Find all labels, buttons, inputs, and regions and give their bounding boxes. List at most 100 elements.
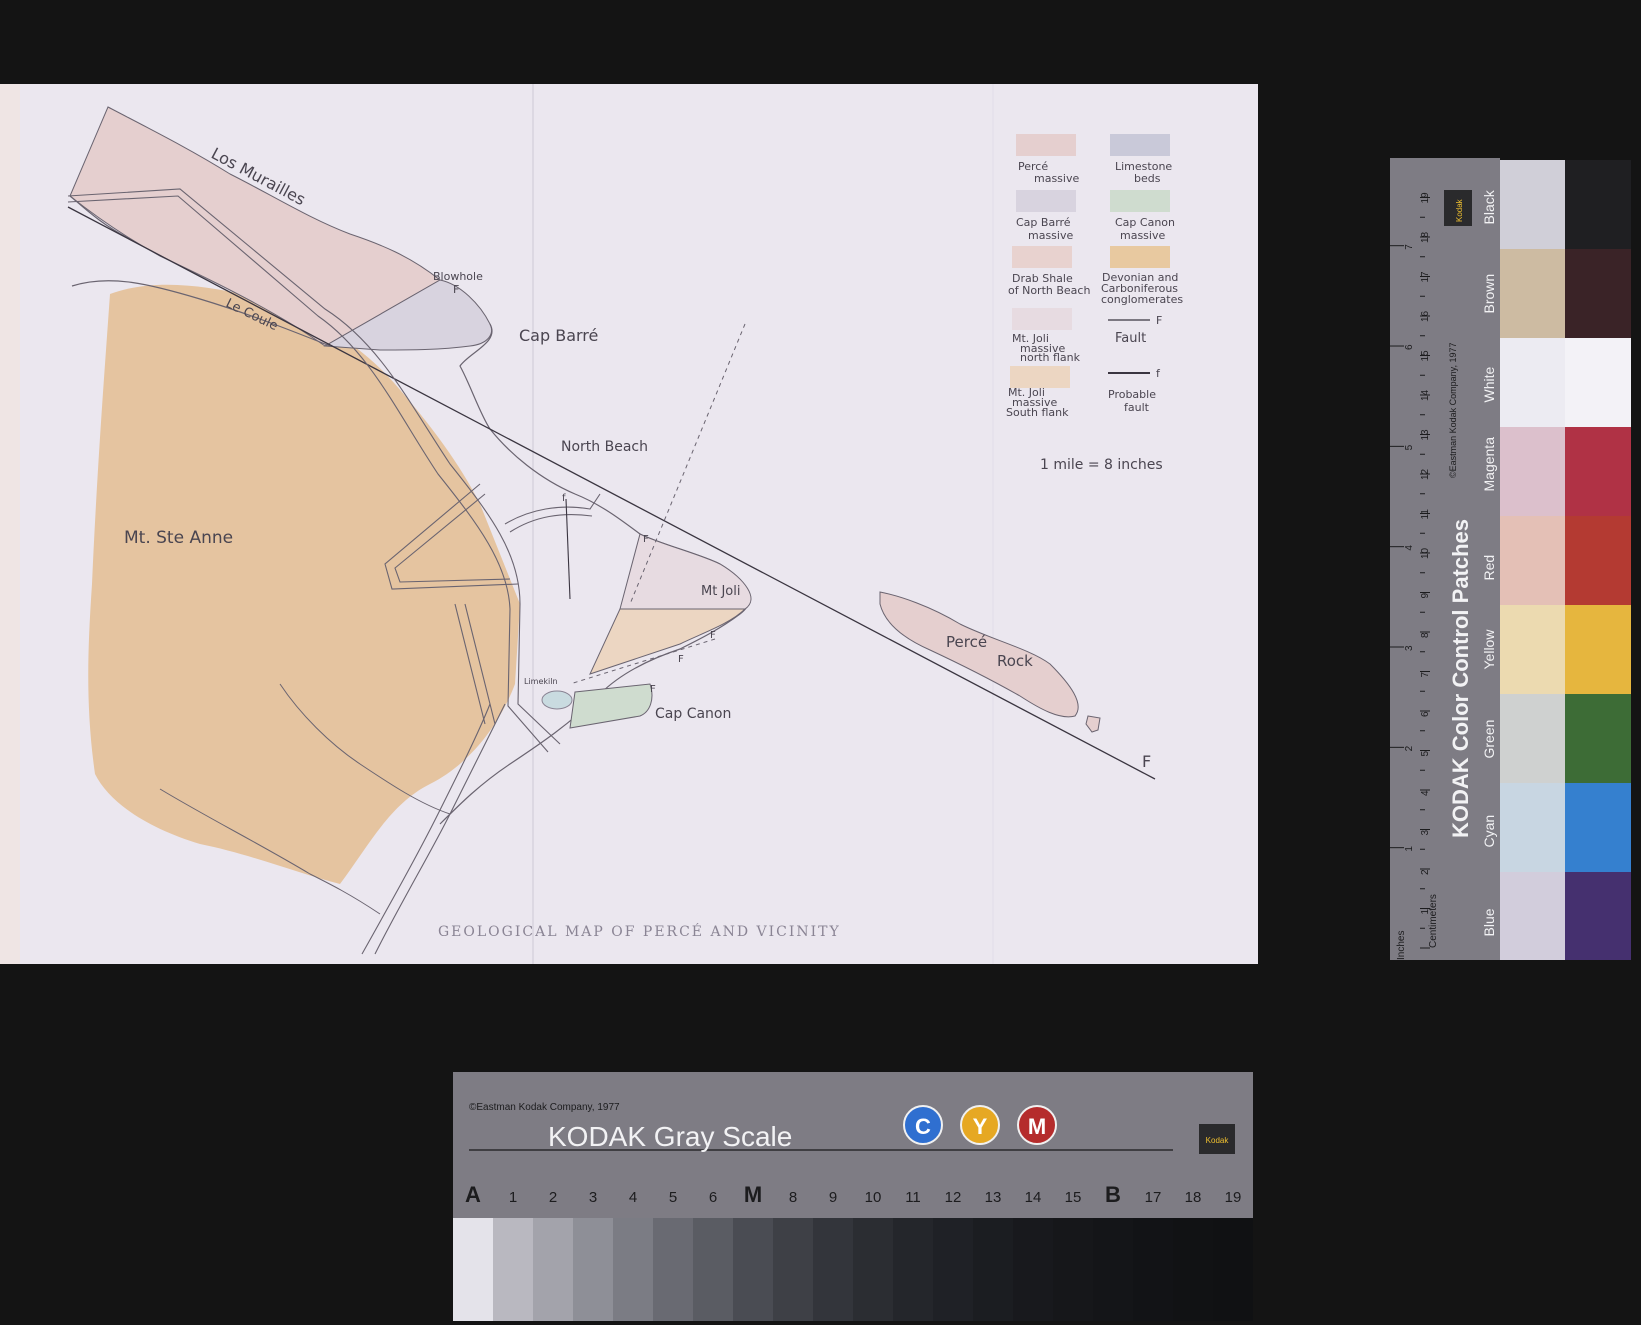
label-fault-f: F bbox=[678, 654, 684, 665]
kodak-gray-scale-card: ©Eastman Kodak Company, 1977 KODAK Gray … bbox=[453, 1072, 1254, 1321]
gray-step-label: 17 bbox=[1145, 1189, 1162, 1206]
small-islet bbox=[1085, 715, 1101, 733]
gray-step-patch bbox=[653, 1218, 694, 1321]
legend-label: north flank bbox=[1020, 351, 1081, 364]
patch-dark-red bbox=[1565, 516, 1631, 605]
gray-step-patch bbox=[693, 1218, 734, 1321]
patch-light-blue bbox=[1500, 872, 1565, 961]
patch-label: Blue bbox=[1481, 908, 1497, 936]
ruler-cm-label: 19 bbox=[1420, 192, 1431, 204]
ruler-cm-label: 2 bbox=[1420, 869, 1431, 875]
gray-step-label: B bbox=[1105, 1182, 1121, 1207]
mt-joli-south-region bbox=[589, 608, 747, 675]
label-mt-ste-anne: Mt. Ste Anne bbox=[124, 528, 233, 548]
patch-light-yellow bbox=[1500, 605, 1565, 694]
legend-swatch-cap-barre bbox=[1016, 190, 1076, 212]
gray-step-patch bbox=[1093, 1218, 1134, 1321]
gray-step-patch bbox=[933, 1218, 974, 1321]
map-caption: GEOLOGICAL MAP OF PERCÉ AND VICINITY bbox=[438, 922, 841, 940]
patch-label: Cyan bbox=[1481, 815, 1497, 848]
gray-step-patch bbox=[1133, 1218, 1174, 1321]
ruler-cm-label: 5 bbox=[1420, 751, 1431, 757]
ruler-cm-label: 6 bbox=[1420, 711, 1431, 717]
gray-step-label: M bbox=[744, 1182, 762, 1207]
label-fault-f: F bbox=[650, 684, 656, 695]
label-fault-f: F bbox=[710, 630, 716, 641]
legend-swatch-mt-joli-north bbox=[1012, 308, 1072, 330]
gray-step-patch bbox=[453, 1218, 494, 1321]
patch-dark-brown bbox=[1565, 249, 1631, 338]
patch-label: Black bbox=[1481, 189, 1497, 224]
patch-light-brown bbox=[1500, 249, 1565, 338]
patch-dark-cyan bbox=[1565, 783, 1631, 872]
legend-label: massive bbox=[1120, 229, 1165, 242]
patch-label: Green bbox=[1481, 720, 1497, 759]
ruler-cm-label: 7 bbox=[1420, 672, 1431, 678]
yellow-badge-label: Y bbox=[973, 1114, 988, 1139]
gray-step-patch bbox=[853, 1218, 894, 1321]
gray-step-patch bbox=[1213, 1218, 1254, 1321]
map-legend: Percé massive Limestone beds Cap Barré m… bbox=[1006, 134, 1183, 473]
gray-step-label: 3 bbox=[589, 1189, 597, 1206]
map-scale-label: 1 mile = 8 inches bbox=[1040, 457, 1163, 473]
color-card-copyright: ©Eastman Kodak Company, 1977 bbox=[1448, 342, 1458, 478]
kodak-logo-text: Kodak bbox=[1455, 198, 1464, 222]
legend-label: of North Beach bbox=[1008, 284, 1090, 297]
gray-step-label: 19 bbox=[1225, 1189, 1242, 1206]
legend-label: Cap Canon bbox=[1115, 216, 1175, 229]
cyan-badge-label: C bbox=[915, 1114, 931, 1139]
gray-step-patch bbox=[893, 1218, 934, 1321]
gray-card-canvas: ©Eastman Kodak Company, 1977 KODAK Gray … bbox=[453, 1072, 1254, 1321]
gray-step-label: 14 bbox=[1025, 1189, 1042, 1206]
gray-step-patch bbox=[573, 1218, 614, 1321]
label-fault-f: F bbox=[643, 534, 649, 545]
mt-ste-anne-region bbox=[88, 284, 520, 884]
ruler-cm-label: 11 bbox=[1420, 509, 1431, 520]
fault-line bbox=[565, 498, 571, 600]
color-card-canvas: 123456789101112131415161718191234567 Inc… bbox=[1390, 158, 1631, 961]
label-mt-joli: Mt Joli bbox=[701, 584, 740, 599]
patch-label: Yellow bbox=[1481, 629, 1497, 670]
ruler-inch-label: 2 bbox=[1404, 745, 1415, 751]
geological-map: Los Murailles Le Coule Blowhole F Cap Ba… bbox=[0, 84, 1258, 964]
ruler-units-cm: Centimeters bbox=[1428, 894, 1439, 948]
gray-step-patch bbox=[773, 1218, 814, 1321]
gray-step-patch bbox=[813, 1218, 854, 1321]
patch-dark-yellow bbox=[1565, 605, 1631, 694]
gray-step-patch bbox=[1053, 1218, 1094, 1321]
gray-step-patch bbox=[493, 1218, 534, 1321]
ruler-cm-label: 10 bbox=[1420, 547, 1431, 559]
ruler-cm-label: 16 bbox=[1420, 310, 1431, 322]
patch-light-black bbox=[1500, 160, 1565, 249]
patch-light-magenta bbox=[1500, 427, 1565, 516]
legend-label: Probable bbox=[1108, 388, 1156, 401]
legend-swatch-devonian bbox=[1110, 246, 1170, 268]
gray-step-label: 4 bbox=[629, 1189, 637, 1206]
kodak-color-control-card: 1 2 3 4 5 6 7 8 9 10 11 12 13 14 15 16 17 18 19 1 2 3 4 5 6 7 Inc… bbox=[1390, 158, 1641, 961]
magenta-badge-label: M bbox=[1028, 1114, 1046, 1139]
ruler-inch-label: 6 bbox=[1404, 344, 1415, 350]
legend-swatch-drab-shale bbox=[1012, 246, 1072, 268]
ruler-cm-label: 8 bbox=[1420, 632, 1431, 638]
patch-dark-white bbox=[1565, 338, 1631, 427]
ruler-cm-label: 3 bbox=[1420, 830, 1431, 836]
patch-light-red bbox=[1500, 516, 1565, 605]
gray-step-label: 12 bbox=[945, 1189, 962, 1206]
ruler-cm-label: 13 bbox=[1420, 429, 1431, 441]
legend-label: massive bbox=[1028, 229, 1073, 242]
ruler-inch-label: 5 bbox=[1404, 444, 1415, 450]
patch-dark-green bbox=[1565, 694, 1631, 783]
patch-dark-blue bbox=[1565, 872, 1631, 961]
label-fault-f: f bbox=[562, 493, 566, 504]
ruler-inch-label: 1 bbox=[1404, 846, 1415, 852]
gray-step-label: 11 bbox=[905, 1189, 921, 1206]
label-blowhole: Blowhole bbox=[433, 270, 483, 283]
gray-step-label: 8 bbox=[789, 1189, 797, 1206]
ruler-cm-label: 9 bbox=[1420, 593, 1431, 599]
patch-light-cyan bbox=[1500, 783, 1565, 872]
gray-step-patch bbox=[973, 1218, 1014, 1321]
legend-label: South flank bbox=[1006, 406, 1069, 419]
ruler-inch-label: 7 bbox=[1404, 244, 1415, 250]
legend-swatch-cap-canon bbox=[1110, 190, 1170, 212]
gray-step-label: 6 bbox=[709, 1189, 717, 1206]
